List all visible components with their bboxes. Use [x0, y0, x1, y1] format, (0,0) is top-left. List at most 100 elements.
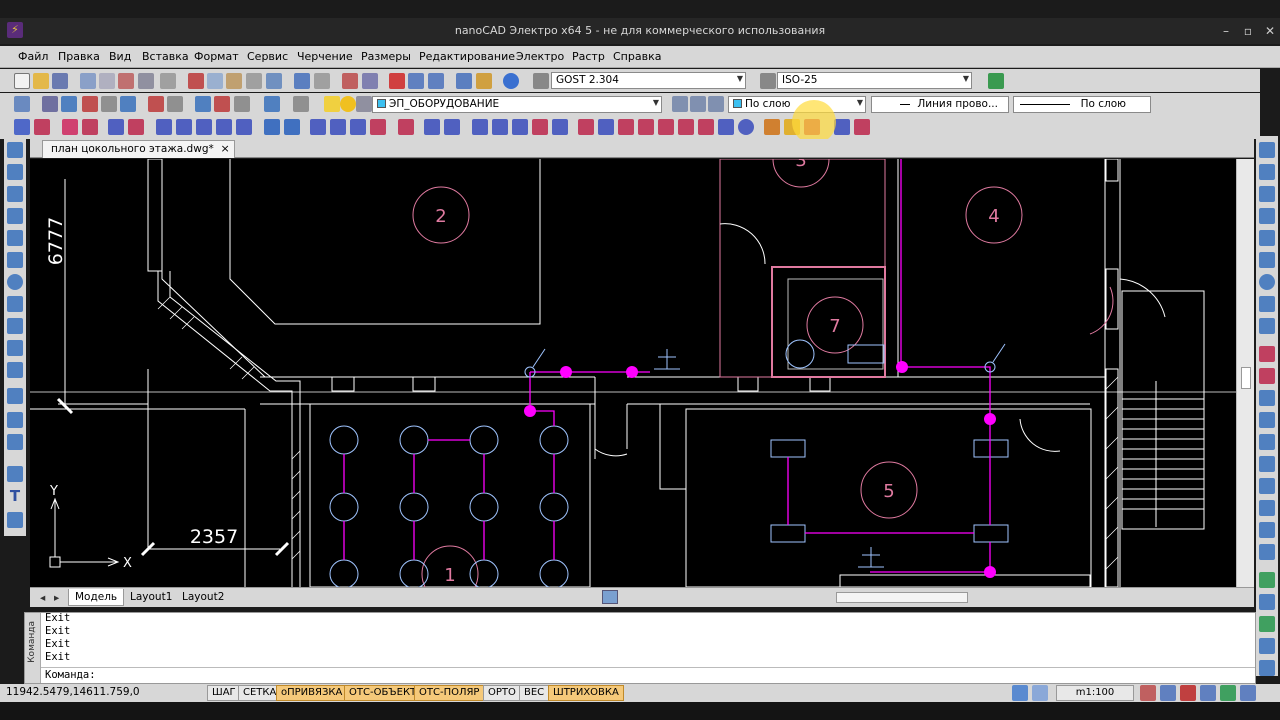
- rotate-icon[interactable]: [1259, 274, 1275, 290]
- properties-icon[interactable]: [160, 73, 176, 89]
- hatch-icon[interactable]: [7, 388, 23, 404]
- electro-cable-icon[interactable]: [62, 119, 78, 135]
- calculator-icon[interactable]: [476, 73, 492, 89]
- electro-frame-icon[interactable]: [196, 119, 212, 135]
- toggle-ortho[interactable]: ОРТО: [483, 685, 521, 701]
- electro-label-icon[interactable]: [638, 119, 654, 135]
- electro-sign-icon[interactable]: [658, 119, 674, 135]
- group-icon[interactable]: [1259, 572, 1275, 588]
- new-file-icon[interactable]: [14, 73, 30, 89]
- layer-select[interactable]: ЭП_ОБОРУДОВАНИЕ ▼: [372, 96, 662, 113]
- electro-tray-icon[interactable]: [156, 119, 172, 135]
- toggle-hatch[interactable]: ШТРИХОВКА: [548, 685, 624, 701]
- electro-marker-icon[interactable]: [618, 119, 634, 135]
- break-icon[interactable]: [1259, 390, 1275, 406]
- paste-icon[interactable]: [226, 73, 242, 89]
- tab-layout2[interactable]: Layout2: [176, 589, 230, 606]
- toggle-lineweight[interactable]: ВЕС: [519, 685, 550, 701]
- undo-icon[interactable]: [294, 73, 310, 89]
- drawing-canvas[interactable]: 2 4 7 5 1 3 6777 2357 Y X: [30, 159, 1236, 587]
- zoom-window-status-icon[interactable]: [1180, 685, 1196, 701]
- toggle-polar[interactable]: ОТС-ПОЛЯР: [414, 685, 485, 701]
- minimize-icon[interactable]: –: [1218, 24, 1234, 38]
- tab-model[interactable]: Модель: [68, 589, 125, 606]
- copy-object-icon[interactable]: [1259, 164, 1275, 180]
- array-icon[interactable]: [1259, 230, 1275, 246]
- stretch-icon[interactable]: [1259, 318, 1275, 334]
- electro-spec-icon[interactable]: [472, 119, 488, 135]
- electro-room-icon[interactable]: [236, 119, 252, 135]
- electro-route-icon[interactable]: [330, 119, 346, 135]
- layer-manager-icon[interactable]: [14, 96, 30, 112]
- annotation-scale[interactable]: m1:100: [1056, 685, 1134, 701]
- electro-box-icon[interactable]: [216, 119, 232, 135]
- menu-view[interactable]: Вид: [109, 50, 131, 63]
- print-icon[interactable]: [80, 73, 96, 89]
- trim-icon[interactable]: [120, 96, 136, 112]
- explode-icon[interactable]: [264, 96, 280, 112]
- move-icon[interactable]: [1259, 252, 1275, 268]
- fillet-icon[interactable]: [1259, 456, 1275, 472]
- dimension-icon[interactable]: [61, 96, 77, 112]
- regen-icon[interactable]: [1220, 685, 1236, 701]
- layer-iso-icon[interactable]: [708, 96, 724, 112]
- light-bulb-icon[interactable]: [324, 96, 340, 112]
- menu-service[interactable]: Сервис: [247, 50, 288, 63]
- align-icon[interactable]: [1259, 500, 1275, 516]
- region-icon[interactable]: [7, 412, 23, 428]
- purge-icon[interactable]: [293, 96, 309, 112]
- electro-db-icon[interactable]: [34, 119, 50, 135]
- electro-ground-icon[interactable]: [398, 119, 414, 135]
- electro-settings-icon[interactable]: [738, 119, 754, 135]
- extend-icon[interactable]: [1259, 368, 1275, 384]
- electro-export-icon[interactable]: [718, 119, 734, 135]
- electro-switch-icon[interactable]: [82, 119, 98, 135]
- close-icon[interactable]: ✕: [1262, 24, 1278, 38]
- join-icon[interactable]: [1259, 412, 1275, 428]
- spline-icon[interactable]: [7, 296, 23, 312]
- copy-icon[interactable]: [207, 73, 223, 89]
- lock-icon[interactable]: [356, 96, 372, 112]
- electro-panel-icon[interactable]: [14, 119, 30, 135]
- menu-draw[interactable]: Черчение: [297, 50, 353, 63]
- paper-space-icon[interactable]: [1032, 685, 1048, 701]
- electro-load-icon[interactable]: [598, 119, 614, 135]
- toggle-otrack[interactable]: ОТС-ОБЪЕКТ: [344, 685, 422, 701]
- line-icon[interactable]: [7, 142, 23, 158]
- table-insert-icon[interactable]: [7, 466, 23, 482]
- layer-states-icon[interactable]: [690, 96, 706, 112]
- maximize-icon[interactable]: ▫: [1240, 24, 1256, 38]
- zoom-previous-icon[interactable]: [408, 73, 424, 89]
- toggle-osnap[interactable]: оПРИВЯЗКА: [276, 685, 348, 701]
- electro-scheme-icon[interactable]: [552, 119, 568, 135]
- block-icon[interactable]: [195, 96, 211, 112]
- tab-next-icon[interactable]: ▸: [48, 590, 65, 607]
- plot-icon[interactable]: [138, 73, 154, 89]
- pan-icon[interactable]: [342, 73, 358, 89]
- sun-icon[interactable]: [340, 96, 356, 112]
- cloud-icon[interactable]: [7, 340, 23, 356]
- polyline-draw-icon[interactable]: [7, 186, 23, 202]
- circle-icon[interactable]: [7, 274, 23, 290]
- command-input[interactable]: Команда:: [41, 667, 1255, 683]
- mtext-icon[interactable]: [7, 512, 23, 528]
- ellipse-icon[interactable]: [7, 318, 23, 334]
- zoom-status-icon[interactable]: [1160, 685, 1176, 701]
- distance-icon[interactable]: [456, 73, 472, 89]
- electro-arrow-icon[interactable]: [424, 119, 440, 135]
- electro-view-icon[interactable]: [834, 119, 850, 135]
- electro-riser-icon[interactable]: [176, 119, 192, 135]
- chamfer-icon[interactable]: [1259, 434, 1275, 450]
- line-tool-icon[interactable]: [82, 96, 98, 112]
- cut-icon[interactable]: [188, 73, 204, 89]
- electro-lamp-icon[interactable]: [370, 119, 386, 135]
- offset-icon[interactable]: [167, 96, 183, 112]
- polygon-icon[interactable]: [7, 208, 23, 224]
- dim-style-select[interactable]: ISO-25 ▼: [777, 72, 972, 89]
- text-icon[interactable]: T: [7, 488, 23, 504]
- mirror-icon[interactable]: [1259, 186, 1275, 202]
- edit-polyline-icon[interactable]: [1259, 544, 1275, 560]
- text-style-icon[interactable]: [533, 73, 549, 89]
- layer-previous-icon[interactable]: [672, 96, 688, 112]
- electro-calc-icon[interactable]: [578, 119, 594, 135]
